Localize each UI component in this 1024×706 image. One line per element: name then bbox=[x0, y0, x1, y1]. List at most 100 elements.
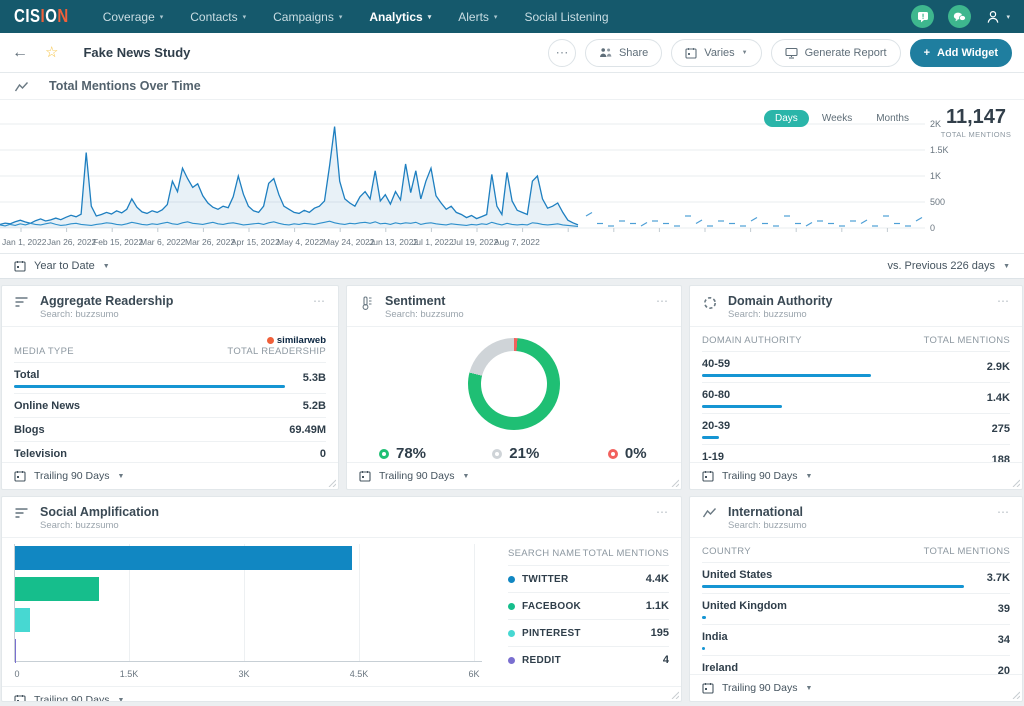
widget-menu-button[interactable]: ⋯ bbox=[997, 505, 1010, 519]
widget-search: Search: buzzsumo bbox=[728, 309, 832, 320]
y-axis-tick: 0 bbox=[930, 223, 935, 233]
value-bar bbox=[702, 647, 705, 650]
interval-toggle: DaysWeeksMonths bbox=[764, 110, 920, 127]
x-axis-tick: Jul 1, 2022 bbox=[412, 237, 454, 247]
gridline bbox=[474, 544, 475, 662]
resize-handle[interactable] bbox=[328, 479, 336, 487]
widget-date-range[interactable]: Trailing 90 Days ▼ bbox=[2, 462, 338, 489]
exclamation-bubble-icon bbox=[917, 11, 929, 23]
widget-menu-button[interactable]: ⋯ bbox=[656, 505, 669, 519]
x-axis-tick: Jan 1, 2022 bbox=[2, 237, 46, 247]
x-axis-tick: 1.5K bbox=[120, 669, 139, 679]
x-axis-tick: Jul 19, 2022 bbox=[452, 237, 498, 247]
caret-down-icon: ▾ bbox=[428, 13, 432, 21]
resize-handle[interactable] bbox=[671, 479, 679, 487]
nav-item-analytics[interactable]: Analytics▾ bbox=[369, 10, 431, 24]
nav-item-contacts[interactable]: Contacts▾ bbox=[190, 10, 246, 24]
report-toolbar: ← ☆ Fake News Study ⋯ Share Varies ▼ Gen… bbox=[0, 33, 1024, 73]
table-row: 20-39275 bbox=[702, 413, 1010, 444]
toggle-weeks[interactable]: Weeks bbox=[811, 110, 863, 127]
calendar-icon bbox=[702, 470, 714, 482]
legend-ring-icon bbox=[379, 449, 389, 459]
toggle-months[interactable]: Months bbox=[865, 110, 920, 127]
y-axis-tick: 500 bbox=[930, 197, 945, 207]
widget-date-range[interactable]: Trailing 90 Days ▼ bbox=[690, 462, 1022, 489]
presentation-icon bbox=[785, 47, 798, 59]
widget-date-range[interactable]: Trailing 90 Days ▼ bbox=[690, 674, 1022, 701]
resize-handle[interactable] bbox=[1012, 479, 1020, 487]
feedback-button[interactable] bbox=[911, 5, 934, 28]
comparison-selector[interactable]: vs. Previous 226 days ▼ bbox=[887, 260, 1010, 272]
more-options-button[interactable]: ⋯ bbox=[548, 39, 576, 67]
caret-down-icon: ▼ bbox=[103, 263, 110, 270]
gridline bbox=[359, 544, 360, 662]
table-row: Television0 bbox=[14, 441, 326, 462]
similarweb-icon bbox=[267, 337, 274, 344]
generate-report-button[interactable]: Generate Report bbox=[771, 39, 901, 67]
widget-date-range[interactable]: Trailing 90 Days ▼ bbox=[347, 462, 681, 489]
line-chart-icon bbox=[702, 507, 718, 519]
x-axis-tick: 3K bbox=[238, 669, 249, 679]
widget-date-range[interactable]: Trailing 90 Days ▼ bbox=[2, 686, 681, 702]
widget-title: International bbox=[728, 505, 807, 519]
favorite-star-icon[interactable]: ☆ bbox=[45, 45, 58, 60]
x-axis-line bbox=[14, 661, 482, 662]
nav-item-social-listening[interactable]: Social Listening bbox=[524, 10, 608, 24]
total-mentions-label: TOTAL MENTIONS bbox=[934, 130, 1018, 139]
nav-item-coverage[interactable]: Coverage▾ bbox=[103, 10, 164, 24]
widget-menu-button[interactable]: ⋯ bbox=[656, 294, 669, 308]
table-row: Blogs69.49M bbox=[14, 417, 326, 441]
nav-item-alerts[interactable]: Alerts▾ bbox=[458, 10, 497, 24]
x-axis-tick: Jan 26, 2022 bbox=[47, 237, 96, 247]
value-bar bbox=[702, 405, 782, 408]
nav-item-campaigns[interactable]: Campaigns▾ bbox=[273, 10, 342, 24]
back-button[interactable]: ← bbox=[12, 45, 28, 61]
legend-row-reddit: REDDIT4 bbox=[508, 646, 669, 673]
bar-pinterest bbox=[15, 608, 30, 632]
resize-handle[interactable] bbox=[671, 691, 679, 699]
calendar-icon bbox=[702, 682, 714, 694]
caret-down-icon: ▾ bbox=[339, 13, 343, 21]
total-mentions-widget: Total Mentions Over Time DaysWeeksMonths… bbox=[0, 73, 1024, 279]
user-menu[interactable]: ▾ bbox=[985, 9, 1010, 25]
calendar-icon bbox=[685, 47, 697, 59]
domain-authority-widget: Domain Authority Search: buzzsumo ⋯ DOMA… bbox=[689, 285, 1023, 490]
thermometer-icon bbox=[359, 296, 375, 310]
legend-dot-icon bbox=[508, 657, 515, 664]
x-axis-tick: May 4, 2022 bbox=[277, 237, 324, 247]
table-row: 1-19188 bbox=[702, 444, 1010, 462]
column-header: TOTAL READERSHIP bbox=[227, 346, 326, 357]
add-widget-button[interactable]: + Add Widget bbox=[910, 39, 1012, 67]
date-range-selector[interactable]: Year to Date bbox=[34, 260, 95, 272]
caret-down-icon: ▾ bbox=[243, 13, 247, 21]
column-header: DOMAIN AUTHORITY bbox=[702, 335, 802, 346]
value-bar bbox=[702, 616, 706, 619]
x-axis-tick: Apr 15, 2022 bbox=[231, 237, 280, 247]
table-row: 60-801.4K bbox=[702, 382, 1010, 413]
widget-search: Search: buzzsumo bbox=[40, 309, 173, 320]
widget-title: Sentiment bbox=[385, 294, 464, 308]
table-row: India34 bbox=[702, 624, 1010, 655]
share-button[interactable]: Share bbox=[585, 39, 662, 67]
people-icon bbox=[599, 47, 612, 58]
cision-logo: CISION bbox=[14, 6, 69, 27]
column-header: TOTAL MENTIONS bbox=[924, 335, 1010, 346]
social-amplification-widget: Social Amplification Search: buzzsumo ⋯ … bbox=[1, 496, 682, 702]
sentiment-legend-neutral: 21%Neutral bbox=[492, 445, 539, 462]
table-row: United Kingdom39 bbox=[702, 593, 1010, 624]
value-bar bbox=[702, 585, 964, 588]
value-bar bbox=[702, 374, 871, 377]
value-bar bbox=[702, 436, 719, 439]
sentiment-donut-chart bbox=[468, 338, 560, 430]
toggle-days[interactable]: Days bbox=[764, 110, 809, 127]
chat-button[interactable] bbox=[948, 5, 971, 28]
widget-title: Aggregate Readership bbox=[40, 294, 173, 308]
widget-menu-button[interactable]: ⋯ bbox=[313, 294, 326, 308]
caret-down-icon: ▾ bbox=[1006, 13, 1010, 21]
date-range-button[interactable]: Varies ▼ bbox=[671, 39, 761, 67]
x-axis-tick: 4.5K bbox=[350, 669, 369, 679]
legend-ring-icon bbox=[492, 449, 502, 459]
resize-handle[interactable] bbox=[1012, 691, 1020, 699]
calendar-icon bbox=[359, 470, 371, 482]
widget-menu-button[interactable]: ⋯ bbox=[997, 294, 1010, 308]
